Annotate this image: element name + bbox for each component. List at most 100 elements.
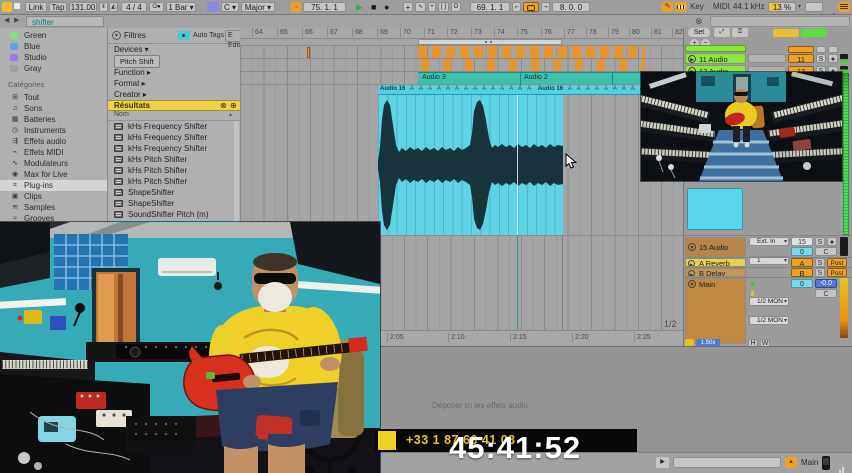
- return-b-post-toggle[interactable]: Post: [827, 268, 847, 277]
- cpu-meter[interactable]: 13 %: [768, 2, 796, 12]
- result-row[interactable]: kHs Pitch Shifter: [108, 165, 234, 176]
- metronome-icon[interactable]: ◭: [109, 2, 118, 12]
- return-b-header[interactable]: ▶B Delay: [685, 268, 746, 277]
- result-row[interactable]: kHs Frequency Shifter: [108, 121, 234, 132]
- sidebar-item-effets-midi[interactable]: ⌁Effets MIDI: [0, 147, 107, 158]
- track-10-partial[interactable]: [685, 45, 746, 52]
- sidebar-item-plug-ins[interactable]: ⌗Plug-ins: [0, 180, 107, 191]
- midi-clip-row-2[interactable]: [421, 59, 645, 71]
- set-button[interactable]: Set: [688, 28, 710, 37]
- results-column-header[interactable]: Nom ▲: [108, 111, 240, 121]
- return-a-post-toggle[interactable]: Post: [827, 258, 847, 267]
- return-a-solo[interactable]: S: [815, 258, 825, 267]
- quantization-menu[interactable]: 1 Bar ▾: [166, 2, 196, 12]
- history-forward-button[interactable]: ▶: [14, 16, 19, 24]
- key-map-button[interactable]: Key: [690, 2, 704, 12]
- main-value-selected[interactable]: -0.0: [815, 279, 837, 288]
- result-row[interactable]: ShapeShifter: [108, 187, 234, 198]
- status-expand-icon[interactable]: ▶: [656, 457, 669, 468]
- filter-group-format[interactable]: Format ▸: [114, 79, 146, 89]
- track-15-solo[interactable]: S: [815, 237, 825, 246]
- draw-mode-icon[interactable]: ✎: [662, 2, 673, 12]
- sidebar-item-batteries[interactable]: ▦Batteries: [0, 114, 107, 125]
- groove-pool-icon[interactable]: O●: [149, 2, 164, 12]
- teal-clip-row[interactable]: Audio 3 Audio 2: [418, 72, 645, 84]
- push-device-icon[interactable]: [822, 456, 830, 470]
- return-b-number[interactable]: B: [791, 268, 813, 277]
- session-record-icon[interactable]: [ ]: [438, 2, 449, 12]
- sidebar-item-clips[interactable]: ▣Clips: [0, 191, 107, 202]
- history-back-button[interactable]: ◀: [4, 16, 9, 24]
- track-11-solo[interactable]: S: [816, 54, 826, 63]
- scale-root-menu[interactable]: C ▾: [221, 2, 239, 12]
- auto-tags-label[interactable]: Auto Tags: [193, 31, 224, 41]
- filters-collapse-icon[interactable]: ▼: [112, 31, 121, 40]
- main-out-1[interactable]: 1/2 MON: [749, 297, 789, 306]
- track-15-volume[interactable]: 0: [791, 247, 813, 256]
- bar-ruler[interactable]: 64 65 66 67 68 69 70 71 72 73 74 75 76 7…: [240, 28, 683, 39]
- result-row[interactable]: kHs Frequency Shifter: [108, 132, 234, 143]
- return-a-header[interactable]: ▶A Reverb: [685, 258, 746, 267]
- punch-in-button[interactable]: ⌐: [512, 2, 521, 12]
- track-15-number[interactable]: 15: [791, 237, 813, 246]
- link-button[interactable]: Link: [25, 2, 47, 12]
- filter-group-function[interactable]: Function ▸: [114, 68, 151, 78]
- scale-keys-icon[interactable]: [207, 2, 219, 12]
- track-14-header[interactable]: [687, 188, 743, 230]
- track-10-number[interactable]: [788, 46, 814, 53]
- track-10-arm[interactable]: [828, 46, 838, 53]
- tap-tempo-button[interactable]: Tap: [49, 2, 67, 12]
- automation-arm-icon[interactable]: ∿: [415, 2, 426, 12]
- loop-toggle[interactable]: [523, 2, 539, 12]
- save-filter-icon[interactable]: ⊕: [230, 101, 237, 110]
- track-11-arm[interactable]: ●: [828, 54, 838, 63]
- warp-markers[interactable]: A A A A A A A A A A A A A A A A A A: [565, 86, 642, 92]
- stop-button[interactable]: ■: [371, 2, 382, 12]
- scale-name-menu[interactable]: Major ▾: [241, 2, 275, 12]
- menu-hamburger-icon[interactable]: [838, 2, 850, 12]
- midi-clip-row-1[interactable]: [418, 46, 645, 58]
- sidebar-item-instruments[interactable]: ◷Instruments: [0, 125, 107, 136]
- capture-midi-icon[interactable]: O: [451, 2, 461, 12]
- overdub-button[interactable]: +: [403, 2, 413, 12]
- track-15-arm[interactable]: ●: [827, 237, 837, 246]
- sidebar-item-gray[interactable]: Gray: [0, 63, 107, 74]
- reenable-automation-icon[interactable]: +: [428, 2, 436, 12]
- track-15-input-type[interactable]: Ext. In: [749, 237, 789, 246]
- warning-icon[interactable]: ▲: [785, 457, 797, 468]
- record-button[interactable]: ●: [384, 2, 395, 12]
- result-row[interactable]: kHs Pitch Shifter: [108, 176, 234, 187]
- result-row[interactable]: kHs Pitch Shifter: [108, 154, 234, 165]
- loop-length-field[interactable]: 8. 0. 0: [552, 2, 590, 12]
- sidebar-item-green[interactable]: Green: [0, 30, 107, 41]
- filter-chip-pitch-shift[interactable]: Pitch Shift: [114, 55, 160, 68]
- sidebar-item-effets-audio[interactable]: ⇶Effets audio: [0, 136, 107, 147]
- main-out-2[interactable]: 1/2 MON: [749, 316, 789, 325]
- loop-start-field[interactable]: 69. 1. 1: [470, 2, 510, 12]
- return-b-solo[interactable]: S: [815, 268, 825, 277]
- computer-midi-keyboard-icon[interactable]: [675, 2, 687, 12]
- tab-shifter[interactable]: shifter: [26, 16, 104, 27]
- result-row[interactable]: kHs Frequency Shifter: [108, 143, 234, 154]
- filter-group-creator[interactable]: Creator ▸: [114, 90, 147, 100]
- result-row[interactable]: ShapeShifter: [108, 198, 234, 209]
- track-11-number[interactable]: 11: [788, 54, 814, 63]
- tab-close-icon[interactable]: ⊗: [695, 16, 706, 27]
- sidebar-item-modulateurs[interactable]: ∿Modulateurs: [0, 158, 107, 169]
- cpu-dropdown-icon[interactable]: ▾: [798, 2, 801, 12]
- main-track-header[interactable]: ▼Main: [685, 278, 746, 344]
- track-11-header[interactable]: ▶11 Audio: [685, 53, 746, 64]
- audio16-clip-header[interactable]: Audio 16 A A A A A A A A A A A A A A Aud…: [378, 85, 642, 95]
- midi-map-button[interactable]: MIDI: [713, 2, 730, 12]
- lock-envelopes-icon[interactable]: ⚿: [732, 28, 748, 37]
- filter-group-devices[interactable]: Devices ▾: [114, 45, 149, 55]
- main-pan[interactable]: C: [815, 289, 837, 298]
- eye-icon[interactable]: [178, 31, 190, 40]
- track-15-header[interactable]: ▼15 Audio: [685, 237, 746, 257]
- warp-markers[interactable]: A A A A A A A A A A A A A A: [407, 86, 533, 92]
- audio16-clip-body[interactable]: [378, 95, 563, 235]
- track-11-io[interactable]: [748, 54, 786, 63]
- tempo-field[interactable]: 131.00: [69, 2, 97, 12]
- sidebar-item-max-for-live[interactable]: ◉Max for Live: [0, 169, 107, 180]
- sidebar-item-studio[interactable]: Studio: [0, 52, 107, 63]
